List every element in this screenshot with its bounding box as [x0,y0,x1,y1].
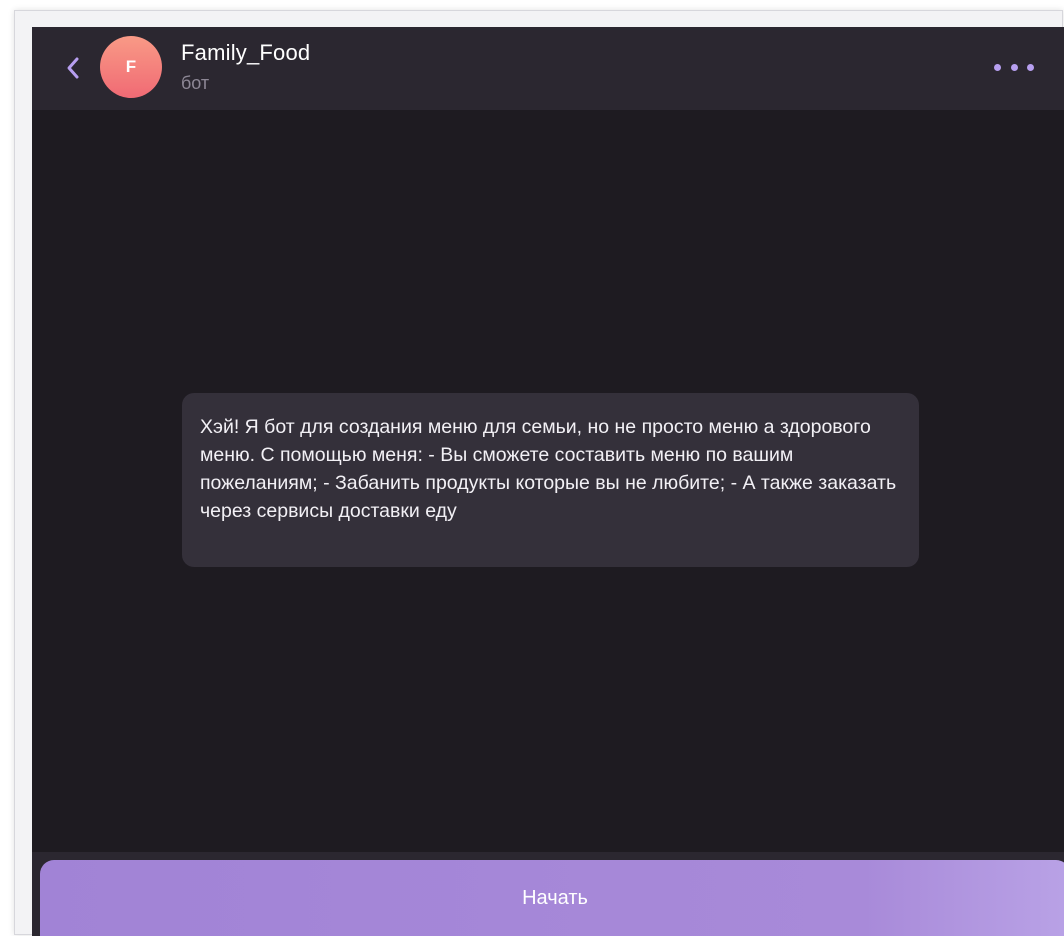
chat-header: F Family_Food бот [32,27,1064,110]
more-options-button[interactable] [994,57,1034,77]
start-button[interactable]: Начать [40,860,1064,936]
back-button[interactable] [58,51,88,85]
more-horizontal-icon-dot [1010,63,1018,71]
chat-subtitle: бот [181,73,210,93]
chevron-left-icon [67,57,79,79]
start-button-label: Начать [522,886,588,909]
avatar[interactable]: F [100,36,162,98]
chat-area: Хэй! Я бот для создания меню для семьи, … [32,110,1064,852]
bot-chat-window: F Family_Food бот Хэй! Я бот для создани… [32,27,1064,936]
bot-message-bubble: Хэй! Я бот для создания меню для семьи, … [182,393,919,567]
more-horizontal-icon-dot [994,63,1001,71]
chat-title: Family_Food [181,40,311,65]
bottom-bar: Начать [32,852,1064,936]
avatar-letter: F [125,57,137,76]
more-horizontal-icon-dot [1027,63,1034,71]
